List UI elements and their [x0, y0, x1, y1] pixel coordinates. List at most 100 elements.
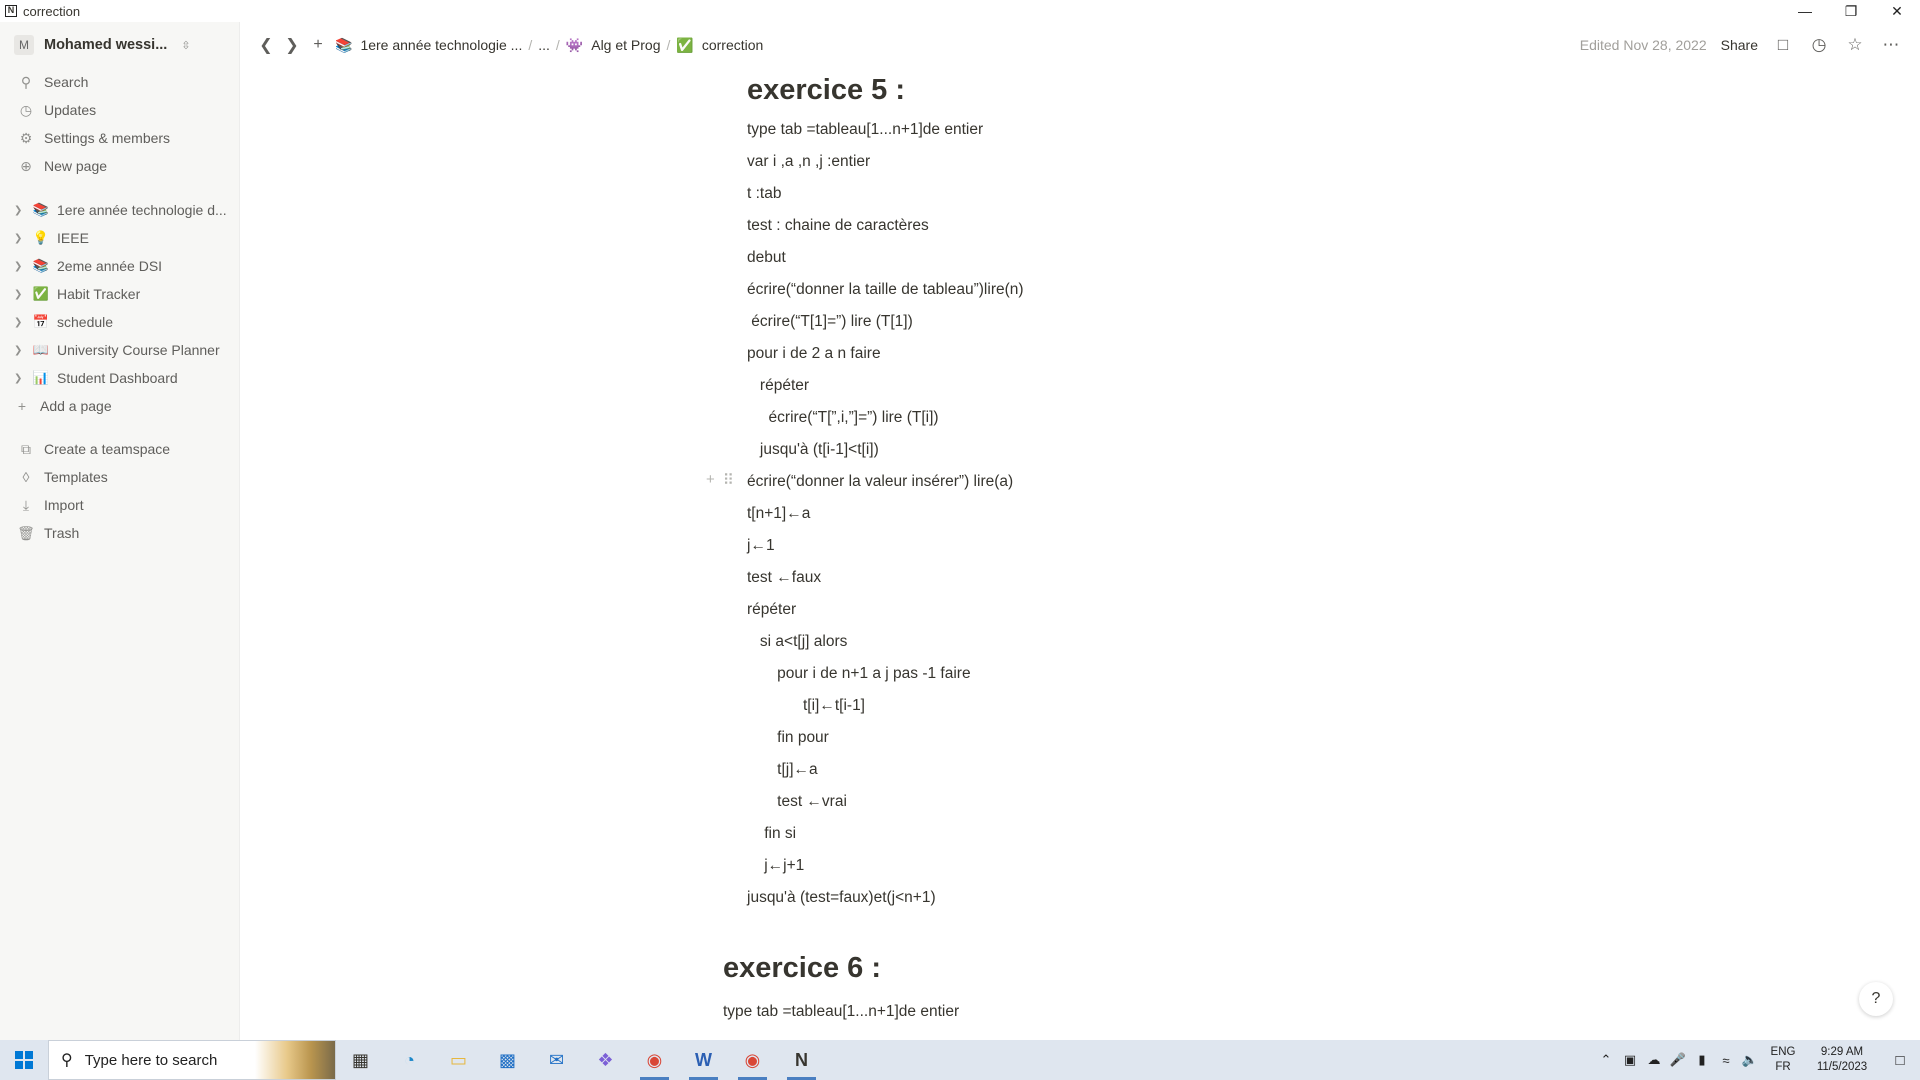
forward-arrow-icon[interactable]: ❯: [279, 32, 305, 58]
notion-icon[interactable]: N: [777, 1040, 826, 1080]
code-line[interactable]: pour i de 2 a n faire: [747, 345, 881, 363]
keyboard-layout: FR: [1775, 1061, 1791, 1073]
code-line[interactable]: écrire(“T[”,i,”]=”) lire (T[i]): [747, 409, 939, 427]
code-line[interactable]: jusqu'à (test=faux)et(j<n+1): [747, 889, 936, 907]
breadcrumb-item-correction[interactable]: ✅ correction: [672, 37, 767, 54]
code-line[interactable]: test ←vrai: [747, 793, 847, 811]
chevron-right-icon[interactable]: ❯: [14, 205, 26, 216]
file-explorer-icon[interactable]: ▭: [434, 1040, 483, 1080]
sidebar-item-trash[interactable]: 🗑 Trash: [0, 519, 239, 547]
sidebar: M Mohamed wessi... ⇳ ⚲ Search ◷ Updates …: [0, 22, 240, 1040]
heading-exercice-6[interactable]: exercice 6 :: [723, 952, 881, 985]
add-page-button[interactable]: + Add a page: [0, 392, 239, 420]
store-icon[interactable]: ▩: [483, 1040, 532, 1080]
breadcrumb-separator: /: [666, 37, 671, 53]
device-icon[interactable]: ▣: [1618, 1052, 1642, 1068]
sidebar-page-ieee[interactable]: ❯ 💡 IEEE: [0, 224, 239, 252]
breadcrumb-item-1ere-annee[interactable]: 📚 1ere année technologie ...: [331, 37, 526, 54]
code-line[interactable]: var i ,a ,n ,j :entier: [747, 153, 870, 171]
sidebar-item-settings[interactable]: ⚙ Settings & members: [0, 124, 239, 152]
back-arrow-icon[interactable]: ❮: [253, 32, 279, 58]
sidebar-page-student-dashboard[interactable]: ❯ 📊 Student Dashboard: [0, 364, 239, 392]
heading-exercice-5[interactable]: exercice 5 :: [747, 74, 905, 107]
breadcrumb-item-alg-et-prog[interactable]: 👾 Alg et Prog: [562, 37, 665, 54]
code-line[interactable]: fin si: [747, 825, 796, 843]
edge-icon[interactable]: ◔: [385, 1040, 434, 1080]
block-handle[interactable]: + ⠿: [706, 471, 734, 489]
chevron-right-icon[interactable]: ❯: [14, 289, 26, 300]
more-options-icon[interactable]: ⋯: [1880, 34, 1902, 56]
code-line[interactable]: j←j+1: [747, 857, 804, 875]
volume-icon[interactable]: 🔈: [1738, 1052, 1762, 1068]
code-line[interactable]: répéter: [747, 377, 809, 395]
chrome-icon[interactable]: ◉: [630, 1040, 679, 1080]
comment-icon[interactable]: □: [1772, 34, 1794, 56]
microphone-icon[interactable]: 🎤: [1666, 1052, 1690, 1068]
mail-icon[interactable]: ✉: [532, 1040, 581, 1080]
code-line[interactable]: test ←faux: [747, 569, 821, 587]
language-indicator[interactable]: ENG FR: [1762, 1045, 1804, 1075]
code-line[interactable]: t :tab: [747, 185, 781, 203]
code-line[interactable]: t[j]←a: [747, 761, 818, 779]
workspace-switcher[interactable]: M Mohamed wessi... ⇳: [0, 22, 239, 68]
close-button[interactable]: ✕: [1874, 0, 1920, 22]
code-line[interactable]: écrire(“T[1]=”) lire (T[1]): [747, 313, 912, 331]
chrome-icon[interactable]: ◉: [728, 1040, 777, 1080]
clock[interactable]: 9:29 AM 11/5/2023: [1804, 1045, 1880, 1075]
restore-button[interactable]: ❐: [1828, 0, 1874, 22]
code-line[interactable]: type tab =tableau[1...n+1]de entier: [723, 1003, 959, 1021]
sidebar-item-import[interactable]: ⤓ Import: [0, 491, 239, 519]
code-line[interactable]: type tab =tableau[1...n+1]de entier: [747, 121, 983, 139]
chevron-up-icon[interactable]: ⌃: [1594, 1052, 1618, 1068]
windows-start-icon[interactable]: [0, 1040, 48, 1080]
sidebar-page-2eme-annee[interactable]: ❯ 📚 2eme année DSI: [0, 252, 239, 280]
history-clock-icon[interactable]: ◷: [1808, 34, 1830, 56]
new-page-plus-icon[interactable]: +: [305, 32, 331, 58]
help-button[interactable]: ?: [1859, 982, 1893, 1016]
chevron-right-icon[interactable]: ❯: [14, 373, 26, 384]
code-line[interactable]: fin pour: [747, 729, 829, 747]
sidebar-item-new-page[interactable]: ⊕ New page: [0, 152, 239, 180]
sidebar-page-1ere-annee[interactable]: ❯ 📚 1ere année technologie d...: [0, 196, 239, 224]
code-line[interactable]: jusqu'à (t[i-1]<t[i]): [747, 441, 879, 459]
sidebar-page-schedule[interactable]: ❯ 📅 schedule: [0, 308, 239, 336]
breadcrumb-item-ellipsis[interactable]: ...: [534, 37, 554, 53]
task-view-icon[interactable]: ▦: [336, 1040, 385, 1080]
copilot-icon[interactable]: ❖: [581, 1040, 630, 1080]
code-line[interactable]: test : chaine de caractères: [747, 217, 929, 235]
sidebar-item-templates[interactable]: ◊ Templates: [0, 463, 239, 491]
wifi-icon[interactable]: ≈: [1714, 1053, 1738, 1068]
chevron-right-icon[interactable]: ❯: [14, 261, 26, 272]
chevron-right-icon[interactable]: ❯: [14, 317, 26, 328]
code-line[interactable]: debut: [747, 249, 786, 267]
trash-icon: 🗑: [17, 524, 35, 541]
sidebar-item-updates[interactable]: ◷ Updates: [0, 96, 239, 124]
code-line[interactable]: écrire(“donner la valeur insérer”) lire(…: [747, 473, 1013, 491]
sidebar-item-create-teamspace[interactable]: ⧉ Create a teamspace: [0, 435, 239, 463]
chevron-right-icon[interactable]: ❯: [14, 233, 26, 244]
code-line[interactable]: t[n+1]←a: [747, 505, 810, 523]
code-line[interactable]: répéter: [747, 601, 796, 619]
checkbox-icon: ✅: [32, 286, 50, 301]
sidebar-item-label: Import: [44, 497, 84, 513]
drag-handle-icon[interactable]: ⠿: [723, 471, 734, 489]
taskbar-search-input[interactable]: ⚲ Type here to search: [48, 1040, 336, 1080]
share-button[interactable]: Share: [1721, 37, 1758, 53]
code-line[interactable]: pour i de n+1 a j pas -1 faire: [747, 665, 970, 683]
minimize-button[interactable]: —: [1782, 0, 1828, 22]
gear-icon: ⚙: [19, 129, 33, 146]
code-line[interactable]: si a<t[j] alors: [747, 633, 847, 651]
word-icon[interactable]: W: [679, 1040, 728, 1080]
code-line[interactable]: t[i]←t[i-1]: [747, 697, 865, 715]
sidebar-page-habit-tracker[interactable]: ❯ ✅ Habit Tracker: [0, 280, 239, 308]
code-line[interactable]: j←1: [747, 537, 775, 555]
chevron-right-icon[interactable]: ❯: [14, 345, 26, 356]
sidebar-page-course-planner[interactable]: ❯ 📖 University Course Planner: [0, 336, 239, 364]
battery-icon[interactable]: ▮: [1690, 1052, 1714, 1068]
add-block-plus-icon[interactable]: +: [706, 471, 715, 489]
cloud-icon[interactable]: ☁: [1642, 1052, 1666, 1068]
star-icon[interactable]: ☆: [1844, 34, 1866, 56]
sidebar-item-search[interactable]: ⚲ Search: [0, 68, 239, 96]
notification-icon[interactable]: □: [1880, 1052, 1920, 1069]
code-line[interactable]: écrire(“donner la taille de tableau”)lir…: [747, 281, 1024, 299]
